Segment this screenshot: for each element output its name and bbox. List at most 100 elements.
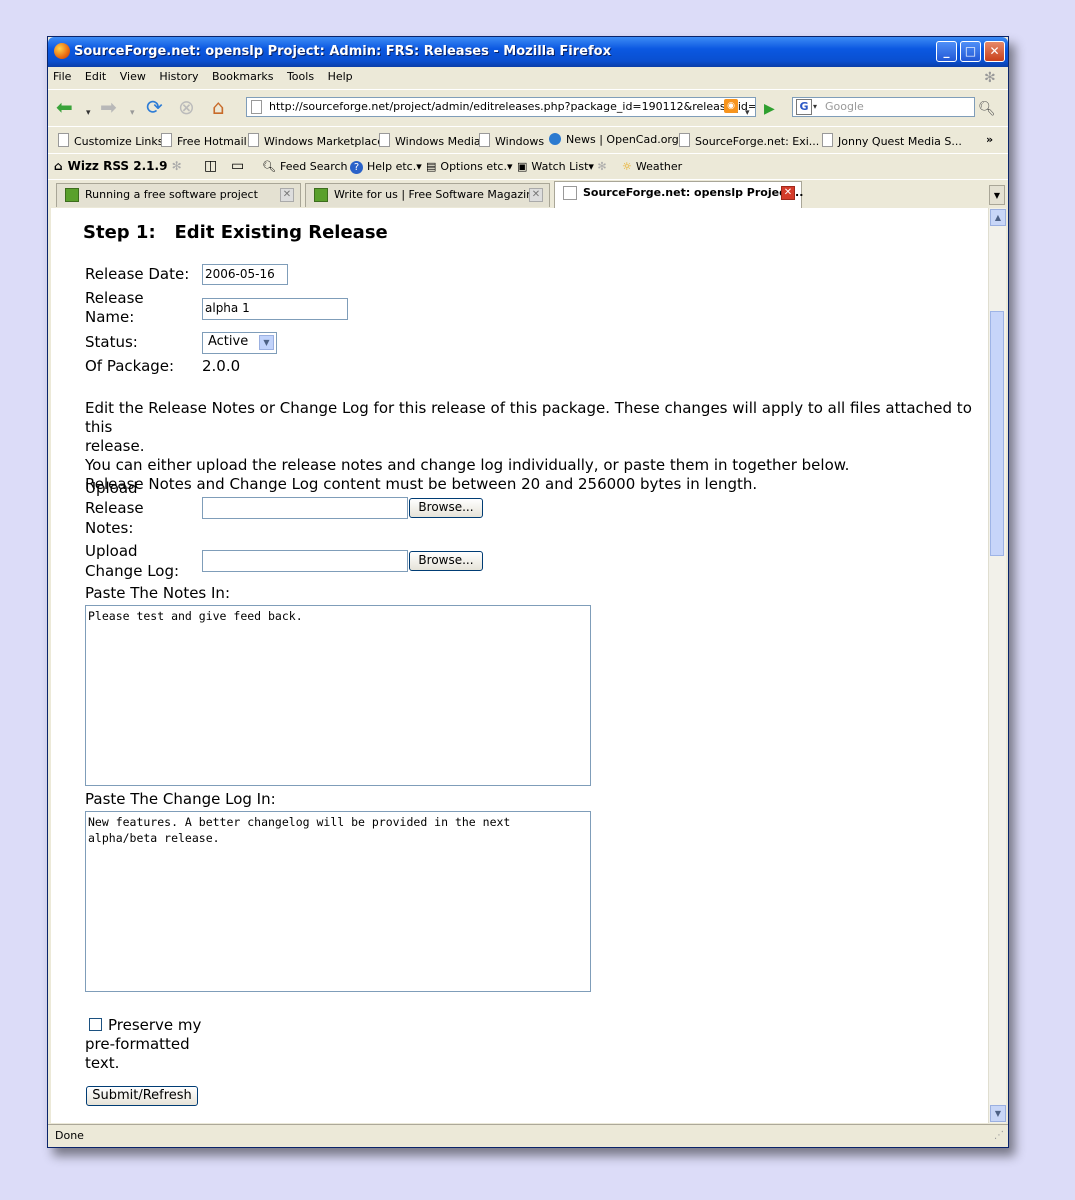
minimize-button[interactable]: _ (936, 41, 957, 62)
options-icon: ▤ (426, 160, 437, 173)
throbber-icon: ✻ (984, 70, 996, 86)
forward-dropdown-icon[interactable]: ▾ (130, 102, 135, 124)
sidebar-icon[interactable]: ◫ (204, 158, 217, 174)
watch-list-menu[interactable]: ▣ Watch List▾ ✻ (517, 160, 607, 173)
scroll-up-icon[interactable]: ▲ (990, 209, 1006, 226)
url-dropdown-icon[interactable]: ▾ (745, 102, 750, 124)
search-input[interactable]: G ▾ Google (792, 97, 975, 117)
upload-log-file-input[interactable] (202, 550, 408, 572)
title-bar: SourceForge.net: openslp Project: Admin:… (48, 37, 1008, 67)
tab-running-free-software[interactable]: Running a free software project ✕ (56, 183, 301, 207)
preserve-label-1: Preserve my (108, 1016, 202, 1034)
wizz-rss-menu[interactable]: ⌂ Wizz RSS 2.1.9 ✻ (54, 159, 182, 173)
help-icon: ? (350, 161, 363, 174)
back-icon[interactable]: ⬅ (56, 96, 73, 118)
status-select[interactable]: Active ▼ (202, 332, 277, 354)
throbber-icon: ✻ (597, 160, 607, 173)
engine-dropdown-icon[interactable]: ▾ (813, 98, 817, 116)
reload-icon[interactable]: ⟳ (146, 96, 163, 118)
forward-icon[interactable]: ➡ (100, 96, 117, 118)
upload-notes-file-input[interactable] (202, 497, 408, 519)
google-engine-icon[interactable]: G (796, 99, 812, 115)
rss-toolbar: ⌂ Wizz RSS 2.1.9 ✻ ◫ ▭ 🔍︎ Feed Search ? Hel… (48, 153, 1008, 180)
options-menu[interactable]: ▤ Options etc.▾ (426, 160, 513, 173)
menu-bookmarks[interactable]: Bookmarks (207, 67, 278, 83)
search-placeholder: Google (825, 100, 864, 113)
upload-notes-label: Upload Release Notes: (85, 479, 144, 537)
weather-button[interactable]: ☼ Weather (622, 160, 682, 173)
menu-edit[interactable]: Edit (80, 67, 111, 83)
page-icon (58, 133, 69, 147)
back-dropdown-icon[interactable]: ▾ (86, 102, 91, 124)
bookmarks-toolbar: Customize Links Free Hotmail Windows Mar… (48, 126, 1008, 153)
page-icon (822, 133, 833, 147)
preserve-label-rest: pre-formatted text. (85, 1035, 190, 1072)
maximize-button[interactable]: □ (960, 41, 981, 62)
bookmark-item[interactable]: SourceForge.net: Exi... (679, 133, 819, 148)
menu-tools[interactable]: Tools (282, 67, 319, 83)
firefox-icon (54, 43, 70, 59)
tab-write-for-us[interactable]: Write for us | Free Software Magazine ✕ (305, 183, 550, 207)
feed-search-button[interactable]: 🔍︎ Feed Search (262, 160, 348, 173)
package-value: 2.0.0 (202, 357, 241, 375)
house-icon: ⌂ (54, 159, 63, 173)
scroll-down-icon[interactable]: ▼ (990, 1105, 1006, 1122)
go-icon[interactable]: ▶ (764, 98, 775, 120)
bookmark-item[interactable]: Windows (479, 133, 544, 148)
status-label: Status: (85, 333, 138, 351)
page-icon (379, 133, 390, 147)
submit-refresh-button[interactable]: Submit/Refresh (86, 1086, 198, 1106)
home-icon[interactable]: ⌂ (212, 96, 225, 118)
url-bar[interactable]: http://sourceforge.net/project/admin/edi… (246, 97, 756, 117)
upload-log-label: Upload Change Log: (85, 542, 180, 580)
throbber-icon: ✻ (171, 159, 182, 173)
search-icon[interactable]: 🔍︎ (978, 98, 996, 120)
menu-view[interactable]: View (115, 67, 151, 83)
resize-grip-icon[interactable]: ⋰ (994, 1125, 1004, 1147)
url-text: http://sourceforge.net/project/admin/edi… (269, 100, 756, 113)
vertical-scrollbar[interactable]: ▲ ▼ (988, 208, 1006, 1123)
bookmark-item[interactable]: Windows Media (379, 133, 481, 148)
bookmark-item[interactable]: Jonny Quest Media S... (822, 133, 962, 148)
bookmark-item[interactable]: Customize Links (58, 133, 164, 148)
release-name-input[interactable]: alpha 1 (202, 298, 348, 320)
page-icon (251, 100, 262, 114)
bookmarks-overflow-button[interactable]: » (986, 133, 993, 146)
menu-help[interactable]: Help (323, 67, 358, 83)
page-icon (479, 133, 490, 147)
help-menu[interactable]: ? Help etc.▾ (350, 160, 422, 174)
drupal-icon (549, 133, 561, 145)
page-icon (161, 133, 172, 147)
tab-close-icon[interactable]: ✕ (529, 188, 543, 202)
change-log-textarea[interactable]: New features. A better changelog will be… (85, 811, 591, 992)
navigation-toolbar: ⬅ ▾ ➡ ▾ ⟳ ⊗ ⌂ http://sourceforge.net/pro… (48, 89, 1008, 126)
bookmark-item[interactable]: Windows Marketplace (248, 133, 384, 148)
page-icon (679, 133, 690, 147)
site-favicon-icon (314, 188, 328, 202)
rss-feed-icon[interactable]: ◉ (724, 99, 738, 113)
browser-window: SourceForge.net: openslp Project: Admin:… (47, 36, 1009, 1148)
menu-bar: File Edit View History Bookmarks Tools H… (48, 67, 1008, 89)
scrollbar-thumb[interactable] (990, 311, 1004, 556)
stop-icon[interactable]: ⊗ (178, 96, 195, 118)
menu-file[interactable]: File (48, 67, 76, 83)
tab-close-icon[interactable]: ✕ (781, 186, 795, 200)
bookmark-item[interactable]: Free Hotmail (161, 133, 247, 148)
preserve-text-checkbox[interactable] (89, 1018, 102, 1031)
release-date-input[interactable]: 2006-05-16 (202, 264, 288, 285)
tab-close-icon[interactable]: ✕ (280, 188, 294, 202)
tab-sourceforge[interactable]: SourceForge.net: openslp Project... ✕ (554, 181, 803, 208)
page-title: Step 1: Edit Existing Release (83, 222, 388, 243)
close-button[interactable]: ✕ (984, 41, 1005, 62)
status-bar: Done ⋰ (48, 1124, 1008, 1147)
watch-list-icon: ▣ (517, 160, 528, 173)
window-title: SourceForge.net: openslp Project: Admin:… (74, 44, 611, 59)
browse-log-button[interactable]: Browse... (409, 551, 483, 571)
bookmark-item[interactable]: News | OpenCad.org (549, 133, 679, 146)
tab-list-dropdown-icon[interactable]: ▼ (989, 185, 1005, 205)
window-icon[interactable]: ▭ (231, 158, 244, 174)
release-notes-textarea[interactable]: Please test and give feed back. (85, 605, 591, 786)
menu-history[interactable]: History (154, 67, 203, 83)
page-content: Step 1: Edit Existing Release Release Da… (51, 208, 988, 1123)
browse-notes-button[interactable]: Browse... (409, 498, 483, 518)
